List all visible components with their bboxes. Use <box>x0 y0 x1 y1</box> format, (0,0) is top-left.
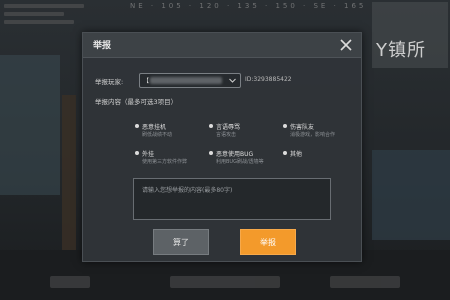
content-label: 举报内容（最多可选3项目） <box>95 98 178 106</box>
option-cheat[interactable]: 外挂 使用第三方软件作弊 <box>135 149 205 167</box>
radio-icon <box>209 151 213 155</box>
option-label: 外挂 <box>142 151 155 158</box>
option-desc: 利用BUG刷战/透墙等 <box>216 159 264 165</box>
option-desc: 使用第三方软件作弊 <box>142 159 188 165</box>
cancel-button[interactable]: 算了 <box>153 229 209 255</box>
radio-icon <box>135 151 139 155</box>
option-label: 伤害队友 <box>290 124 315 131</box>
radio-icon <box>283 151 287 155</box>
hud-topleft <box>4 4 94 40</box>
report-dialog: 举报 举报玩家: 【 ID:3293885422 举报内容（最多可选3项目） 恶… <box>82 32 362 262</box>
radio-icon <box>283 124 287 128</box>
player-id: ID:3293885422 <box>245 76 292 83</box>
report-button[interactable]: 举报 <box>240 229 296 255</box>
dialog-title: 举报 <box>93 41 112 51</box>
option-desc: 刷低战绩不动 <box>142 132 173 138</box>
background-pillar <box>62 95 76 255</box>
close-button[interactable] <box>337 36 355 54</box>
option-label: 其他 <box>290 151 303 158</box>
option-label: 恶意使用BUG <box>216 151 254 158</box>
option-label: 恶意挂机 <box>142 124 167 131</box>
player-name: 【 <box>143 78 150 85</box>
radio-icon <box>209 124 213 128</box>
option-idle[interactable]: 恶意挂机 刷低战绩不动 <box>135 122 205 140</box>
hud-compass: NE · 105 · 120 · 135 · 150 · SE · 165 <box>130 2 367 10</box>
option-bug[interactable]: 恶意使用BUG 利用BUG刷战/透墙等 <box>209 149 279 167</box>
minimap-label: Y镇所 <box>376 40 426 61</box>
player-select[interactable]: 【 <box>139 73 241 88</box>
player-name-blurred <box>150 77 222 84</box>
option-desc: 消极游戏，影响合作 <box>290 132 336 138</box>
background-window <box>372 150 450 240</box>
option-other[interactable]: 其他 <box>283 149 343 161</box>
option-desc: 言语攻击 <box>216 132 237 138</box>
option-abuse[interactable]: 言语辱骂 言语攻击 <box>209 122 279 140</box>
hud-bottom-bar <box>50 272 410 294</box>
close-icon <box>340 39 352 51</box>
option-label: 言语辱骂 <box>216 124 241 131</box>
option-teamkill[interactable]: 伤害队友 消极游戏，影响合作 <box>283 122 355 140</box>
background-window <box>0 55 60 195</box>
report-content-textarea[interactable]: 请输入您想举报的内容(最多80字) <box>133 178 331 220</box>
radio-icon <box>135 124 139 128</box>
chevron-down-icon <box>229 78 236 83</box>
textarea-placeholder: 请输入您想举报的内容(最多80字) <box>142 187 233 194</box>
player-label: 举报玩家: <box>95 78 124 86</box>
dialog-header: 举报 <box>83 33 361 58</box>
